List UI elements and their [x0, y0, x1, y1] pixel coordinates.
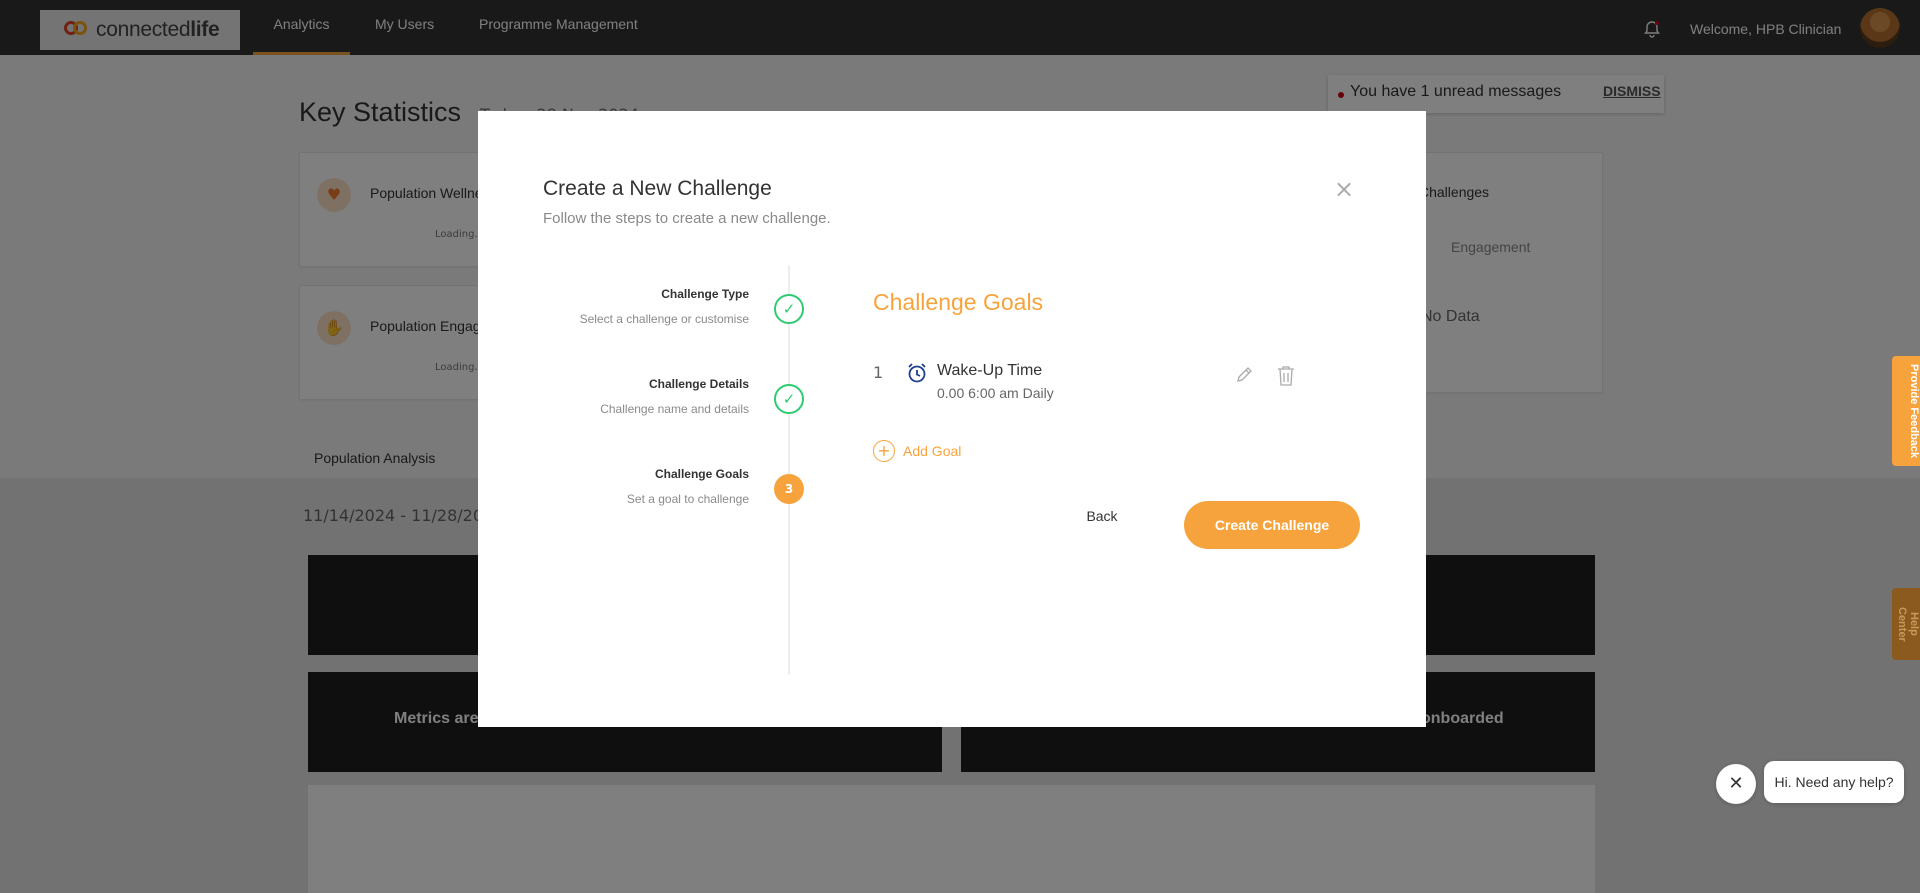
- step-1-check-icon[interactable]: ✓: [774, 294, 804, 324]
- step-2-check-icon[interactable]: ✓: [774, 384, 804, 414]
- goal-detail: 0.00 6:00 am Daily: [937, 385, 1054, 401]
- help-center-tab[interactable]: Help Center: [1892, 588, 1920, 660]
- create-challenge-modal: Create a New Challenge Follow the steps …: [478, 111, 1426, 727]
- alarm-clock-icon: [906, 362, 928, 384]
- chat-help-bubble[interactable]: Hi. Need any help?: [1764, 761, 1904, 803]
- step-1-title: Challenge Type: [661, 287, 749, 301]
- stepper-line: [788, 265, 790, 675]
- delete-goal-icon[interactable]: [1276, 365, 1296, 387]
- add-goal-button[interactable]: + Add Goal: [873, 439, 961, 463]
- back-button[interactable]: Back: [1068, 501, 1136, 531]
- create-challenge-button[interactable]: Create Challenge: [1184, 501, 1360, 549]
- close-icon[interactable]: ×: [1332, 177, 1356, 201]
- plus-circle-icon: +: [873, 440, 895, 462]
- provide-feedback-tab[interactable]: Provide Feedback: [1892, 356, 1920, 466]
- add-goal-label: Add Goal: [903, 443, 962, 459]
- goal-name: Wake-Up Time: [937, 362, 1043, 379]
- step-2-desc: Challenge name and details: [600, 402, 749, 416]
- goal-index: 1: [873, 363, 884, 382]
- chat-close-icon[interactable]: ✕: [1716, 764, 1756, 804]
- challenge-goals-heading: Challenge Goals: [873, 289, 1044, 315]
- step-3-desc: Set a goal to challenge: [626, 492, 749, 506]
- step-3-number[interactable]: 3: [774, 474, 804, 504]
- step-3-title: Challenge Goals: [654, 467, 749, 481]
- modal-subtitle: Follow the steps to create a new challen…: [543, 210, 831, 227]
- step-1-desc: Select a challenge or customise: [579, 312, 749, 326]
- edit-goal-icon[interactable]: [1234, 365, 1254, 385]
- modal-title: Create a New Challenge: [543, 177, 772, 200]
- step-2-title: Challenge Details: [648, 377, 749, 391]
